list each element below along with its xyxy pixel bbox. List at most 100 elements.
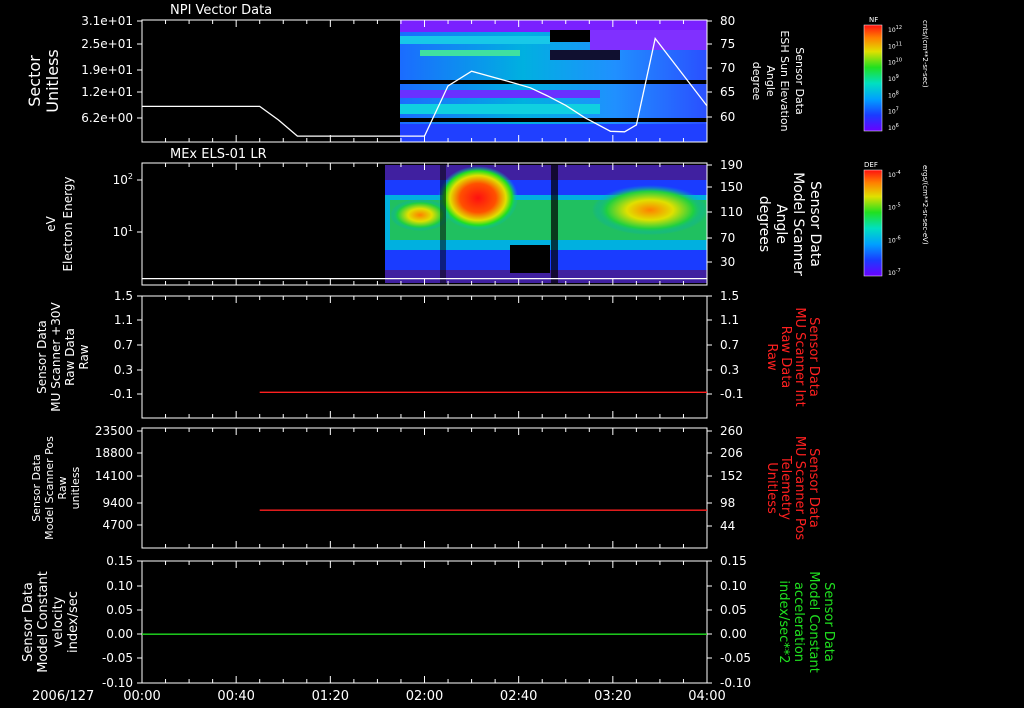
right-tick-label: 0.00 <box>720 627 747 641</box>
panel-npi-vector-data: NPI Vector Data 3.1e+01 2.5e+01 1.9e+01 1.2… <box>25 3 806 143</box>
panel2-right-ticks: 190 150 110 70 30 <box>707 158 743 269</box>
panel4-left-ticks: 23500 18800 14100 9400 4700 <box>95 424 708 548</box>
colorbar-tick-label: 1012 <box>888 25 902 34</box>
colorbar-def-ticks: 10-4 10-5 10-6 10-7 <box>888 170 901 277</box>
left-tick-label: -0.05 <box>102 651 133 665</box>
left-tick-label: 0.7 <box>114 338 133 352</box>
panel3-frame <box>141 295 708 419</box>
panel1-title: NPI Vector Data <box>170 3 272 18</box>
panel3-right-label: Sensor DataMU Scanner IntRaw DataRaw <box>764 307 821 406</box>
left-axis-label: Raw <box>56 476 69 499</box>
right-tick-label: 60 <box>720 110 735 124</box>
panel1-band-purple-2 <box>590 30 707 50</box>
panel5-right-ticks: 0.15 0.10 0.05 0.00 -0.05 -0.10 <box>707 554 751 690</box>
colorbar-def-label: DEF <box>864 161 878 169</box>
left-tick-label: 4700 <box>102 518 133 532</box>
panel-scanner-pos: 23500 18800 14100 9400 4700 260 206 152 98 44 Se… <box>30 424 821 549</box>
right-tick-label: 152 <box>720 469 743 483</box>
left-tick-label: 0.00 <box>106 627 133 641</box>
right-tick-label: 0.7 <box>720 338 739 352</box>
right-axis-label: Sensor Data <box>806 448 821 528</box>
left-tick-label: 1.1 <box>114 313 133 327</box>
right-tick-label: 260 <box>720 424 743 438</box>
panel2-gap-1 <box>510 245 550 273</box>
panel1-band-blue-bottom <box>400 124 707 142</box>
panel4-left-label: Sensor Data Model Scanner Pos Raw unitless <box>30 436 82 540</box>
colorbar-nf: NF 1012 1011 1010 109 108 107 106 cnts/(cm**2-… <box>863 16 929 132</box>
left-axis-label: Raw <box>77 344 91 369</box>
left-axis-label: Raw Data <box>63 328 77 386</box>
right-axis-label: Unitless <box>764 462 779 514</box>
left-tick-label: 0.15 <box>106 554 133 568</box>
right-axis-label: Angle <box>773 204 789 244</box>
colorbar-nf-ticks: 1012 1011 1010 109 108 107 106 <box>888 25 902 132</box>
colorbar-tick-label: 10-4 <box>888 170 901 179</box>
colorbar-tick-label: 106 <box>888 123 899 132</box>
colorbar-nf-bar <box>863 24 883 132</box>
right-tick-label: 70 <box>720 231 735 245</box>
panel5-left-ticks: 0.15 0.10 0.05 0.00 -0.05 -0.10 <box>102 554 708 690</box>
panel2-gap-3 <box>440 165 446 283</box>
left-tick-label: 101 <box>113 224 133 239</box>
right-axis-label: Telemetry <box>778 455 793 520</box>
right-axis-label: degrees <box>756 196 772 252</box>
panel2-warm-region-1 <box>592 185 708 235</box>
right-axis-label: index/sec**2 <box>776 580 791 663</box>
left-tick-label: 23500 <box>95 424 133 438</box>
right-tick-label: 1.5 <box>720 289 739 303</box>
panel-model-constant: 0.150.100.050.00-0.05-0.10 0.150.100.050… <box>21 554 836 690</box>
left-axis-label: Unitless <box>43 49 62 113</box>
right-tick-label: -0.10 <box>720 676 751 690</box>
colorbar-nf-units: cnts/(cm**2-sr-sec) <box>921 20 929 88</box>
panel1-band-green <box>420 50 520 56</box>
colorbar-tick-label: 10-6 <box>888 235 901 244</box>
time-axis: 2006/127 00:00 00:40 01:20 02:00 02:40 03:20 0… <box>32 689 726 704</box>
right-tick-label: 44 <box>720 519 735 533</box>
panel2-right-label: Sensor DataModel ScannerAngledegrees <box>756 172 823 276</box>
time-tick-labels: 00:00 00:40 01:20 02:00 02:40 03:20 04:00 <box>123 689 725 704</box>
left-axis-label: velocity <box>51 596 66 647</box>
right-tick-label: 65 <box>720 85 735 99</box>
right-axis-label: degree <box>750 62 763 101</box>
panel1-band-black-2 <box>550 50 620 60</box>
panel5-frame <box>141 560 708 684</box>
left-tick-label: 1.2e+01 <box>81 85 133 99</box>
left-tick-label: -0.10 <box>102 676 133 690</box>
colorbar-tick-label: 107 <box>888 107 899 116</box>
panel1-right-ticks: 80 75 70 65 60 <box>707 14 735 124</box>
time-tick-label: 00:40 <box>217 689 254 704</box>
left-tick-label: 18800 <box>95 446 133 460</box>
right-axis-label: Model Constant <box>806 571 821 673</box>
right-tick-label: 0.3 <box>720 363 739 377</box>
right-tick-label: 75 <box>720 37 735 51</box>
time-tick-label: 02:40 <box>500 689 537 704</box>
left-axis-label: Model Scanner Pos <box>43 436 56 540</box>
right-tick-label: 98 <box>720 496 735 510</box>
right-axis-label: Sensor Data <box>821 582 836 662</box>
colorbar-tick-label: 1010 <box>888 58 902 67</box>
left-axis-label: Electron Energy <box>61 176 75 271</box>
left-tick-label: 0.10 <box>106 579 133 593</box>
right-tick-label: 190 <box>720 158 743 172</box>
left-tick-label: 0.3 <box>114 363 133 377</box>
right-axis-label: Sensor Data <box>806 317 821 397</box>
panel1-band-teal <box>400 104 600 114</box>
left-axis-label: Sensor Data <box>21 582 36 662</box>
right-tick-label: 80 <box>720 14 735 28</box>
left-tick-label: 1.5 <box>114 289 133 303</box>
right-axis-label: ESH Sun Elevation <box>778 30 791 131</box>
left-axis-label: index/sec <box>66 591 81 653</box>
colorbar-tick-label: 1011 <box>888 41 902 50</box>
right-axis-label: Raw Data <box>778 326 793 389</box>
time-tick-label: 01:20 <box>312 689 349 704</box>
left-tick-label: 9400 <box>102 496 133 510</box>
date-label: 2006/127 <box>32 689 94 704</box>
panel1-band-black-3 <box>400 118 707 122</box>
panel1-band-purple-3 <box>400 90 600 98</box>
colorbar-tick-label: 109 <box>888 74 899 83</box>
colorbar-tick-label: 10-5 <box>888 203 901 212</box>
panel2-heatmap <box>385 165 708 283</box>
panel2-hot-region <box>438 166 518 230</box>
panel1-band-black-1 <box>550 30 590 42</box>
left-tick-label: -0.1 <box>110 387 133 401</box>
